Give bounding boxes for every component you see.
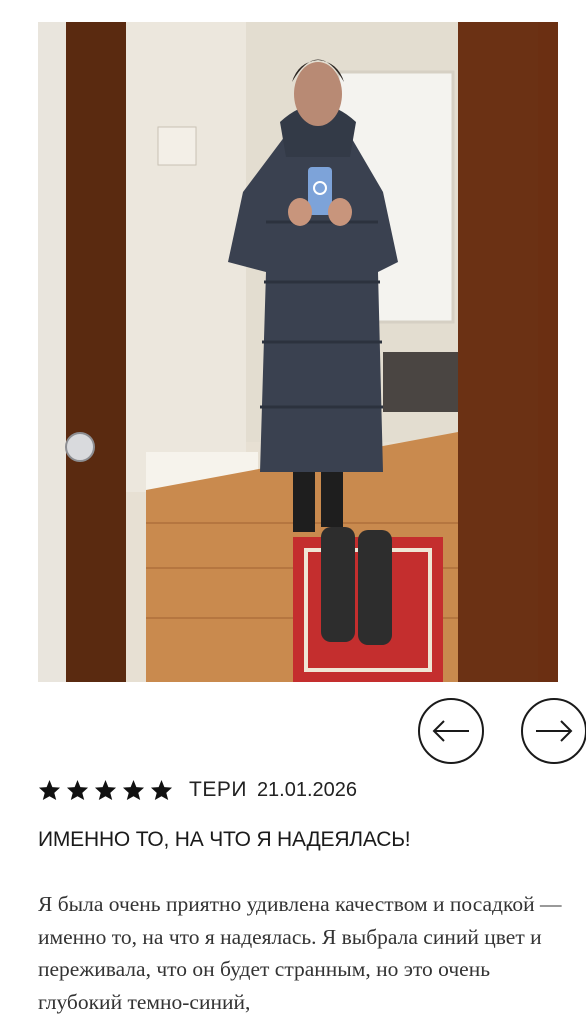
star-icon	[94, 779, 117, 801]
review-body: Я была очень приятно удивлена качеством …	[38, 892, 562, 1014]
arrow-left-icon	[432, 720, 469, 742]
star-icon	[122, 779, 145, 801]
next-photo-button[interactable]	[521, 698, 586, 764]
review-photo-image	[38, 22, 558, 682]
review-date: 21.01.2026	[256, 778, 358, 801]
review-photo	[38, 22, 558, 682]
star-rating	[38, 779, 173, 801]
review-meta: ТЕРИ 21.01.2026	[38, 775, 357, 805]
star-icon	[150, 779, 173, 801]
review-author: ТЕРИ	[189, 778, 247, 801]
arrow-right-icon	[536, 720, 573, 742]
previous-photo-button[interactable]	[418, 698, 484, 764]
review-title: ИМЕННО ТО, НА ЧТО Я НАДЕЯЛАСЬ!	[38, 828, 411, 851]
star-icon	[38, 779, 61, 801]
star-icon	[66, 779, 89, 801]
